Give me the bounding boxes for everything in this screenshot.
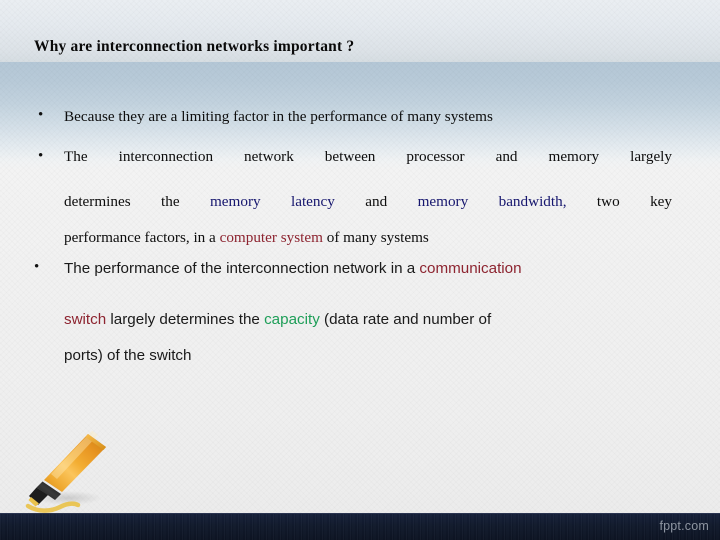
word-two: two [596, 193, 620, 210]
word-key: key [650, 193, 673, 210]
bullet-marker-icon: • [38, 148, 44, 164]
highlight-communication: communication [419, 260, 522, 277]
bullet-3-line-1-prefix: The performance of the interconnection n… [64, 260, 420, 277]
word-and: and [365, 193, 388, 210]
bullet-1-line-1: Because they are a limiting factor in th… [64, 108, 493, 125]
bullet-3-line-2-suffix: (data rate and number of [319, 311, 492, 328]
bullet-3-line-2: switch largely determines the capacity (… [64, 300, 684, 340]
bullet-marker-icon: • [34, 259, 40, 275]
highlighter-marker-icon [14, 424, 114, 516]
bullet-3-line-1: The performance of the interconnection n… [64, 249, 522, 289]
highlight-computer-system: computer system [219, 229, 323, 246]
word-the: the [161, 193, 180, 210]
footer-navy-band [0, 513, 720, 540]
highlight-switch: switch [64, 311, 107, 328]
slide-canvas: Why are interconnection networks importa… [0, 0, 720, 540]
bullet-2-line-2: determines the memory latency and memory… [64, 184, 672, 220]
bullet-3-line-3: ports) of the switch [64, 336, 684, 376]
slide-title: Why are interconnection networks importa… [34, 38, 355, 55]
bullet-3-line-2-mid: largely determines the [106, 311, 265, 328]
bullet-marker-icon: • [38, 107, 44, 123]
highlight-latency: latency [291, 193, 335, 210]
highlight-memory-2: memory [417, 193, 469, 210]
fppt-watermark: fppt.com [659, 519, 709, 533]
highlight-capacity: capacity [264, 311, 320, 328]
word-determines: determines [64, 193, 131, 210]
bullet-2-line-1: The interconnection network between proc… [64, 148, 672, 165]
bullet-2-line-3-suffix: of many systems [322, 229, 429, 246]
highlight-memory-1: memory [209, 193, 261, 210]
bullet-2-line-3-prefix: performance factors, in a [64, 229, 220, 246]
highlight-bandwidth: bandwidth, [498, 193, 567, 210]
bullet-3-line-3-text: ports) of the switch [64, 347, 192, 364]
